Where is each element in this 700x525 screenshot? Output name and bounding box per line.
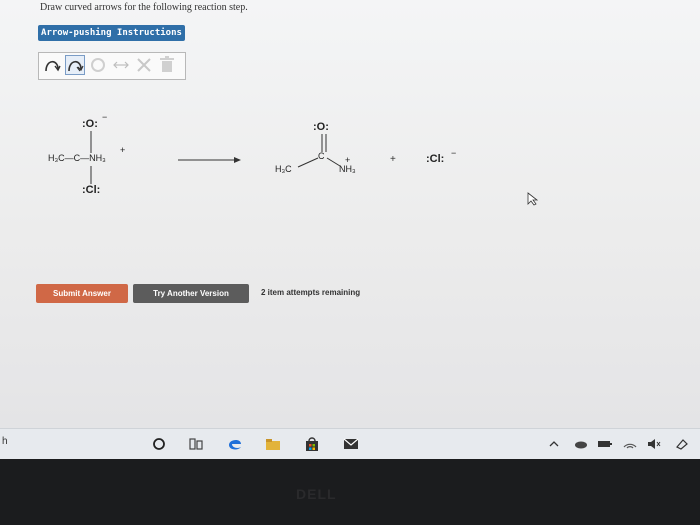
plus-sign: + — [390, 154, 396, 165]
taskbar-left-label: h — [2, 436, 8, 447]
file-explorer-icon[interactable] — [264, 435, 282, 453]
submit-answer-button[interactable]: Submit Answer — [36, 284, 128, 303]
mail-icon[interactable] — [342, 435, 360, 453]
battery-icon[interactable] — [596, 435, 614, 453]
store-icon[interactable] — [303, 435, 321, 453]
cortana-circle-icon[interactable] — [150, 435, 168, 453]
dell-logo: DELL — [296, 486, 337, 502]
notification-icon[interactable] — [673, 435, 691, 453]
product-oxygen: :O: — [313, 121, 329, 133]
try-another-version-button[interactable]: Try Another Version — [133, 284, 249, 303]
windows-taskbar: h — [0, 428, 700, 459]
attempts-remaining-text: 2 item attempts remaining — [261, 288, 361, 297]
chloride-charge: − — [451, 148, 457, 158]
reactant-main-chain: H₃C—C—NH₃ — [48, 153, 106, 163]
chevron-up-icon[interactable] — [548, 435, 560, 453]
mouse-cursor-icon — [527, 192, 539, 206]
reactant-chlorine: :Cl: — [82, 184, 101, 196]
question-text: Draw curved arrows for the following rea… — [40, 2, 248, 13]
reactant-nitrogen-charge: + — [120, 145, 126, 155]
product-methyl: H₃C — [275, 164, 292, 174]
product-amine: NH₃ — [339, 164, 356, 174]
cloud-icon[interactable] — [572, 435, 590, 453]
network-icon[interactable] — [621, 435, 639, 453]
product-nitrogen-charge: + — [345, 155, 351, 165]
edge-icon[interactable] — [226, 435, 244, 453]
reactant-oxygen-charge: − — [102, 112, 108, 122]
ring-icon[interactable] — [88, 55, 108, 75]
reactant-bond-co — [90, 131, 92, 153]
resonance-arrow-icon[interactable] — [111, 55, 131, 75]
curved-arrow-icon[interactable] — [42, 55, 62, 75]
chloride: :Cl: — [426, 153, 445, 165]
drawing-toolbar — [38, 52, 186, 80]
trash-icon[interactable] — [157, 55, 177, 75]
task-view-icon[interactable] — [187, 435, 205, 453]
arrow-pushing-instructions-button[interactable]: Arrow-pushing Instructions — [38, 25, 185, 41]
reactant-oxygen: :O: — [82, 118, 98, 130]
reaction-arrow — [178, 157, 241, 163]
double-curved-arrow-icon[interactable] — [65, 55, 85, 75]
product-double-bond-co — [321, 134, 327, 152]
browser-viewport: Draw curved arrows for the following rea… — [0, 0, 700, 428]
volume-icon[interactable] — [645, 435, 663, 453]
x-icon[interactable] — [134, 55, 154, 75]
reactant-bond-ccl — [90, 166, 92, 184]
